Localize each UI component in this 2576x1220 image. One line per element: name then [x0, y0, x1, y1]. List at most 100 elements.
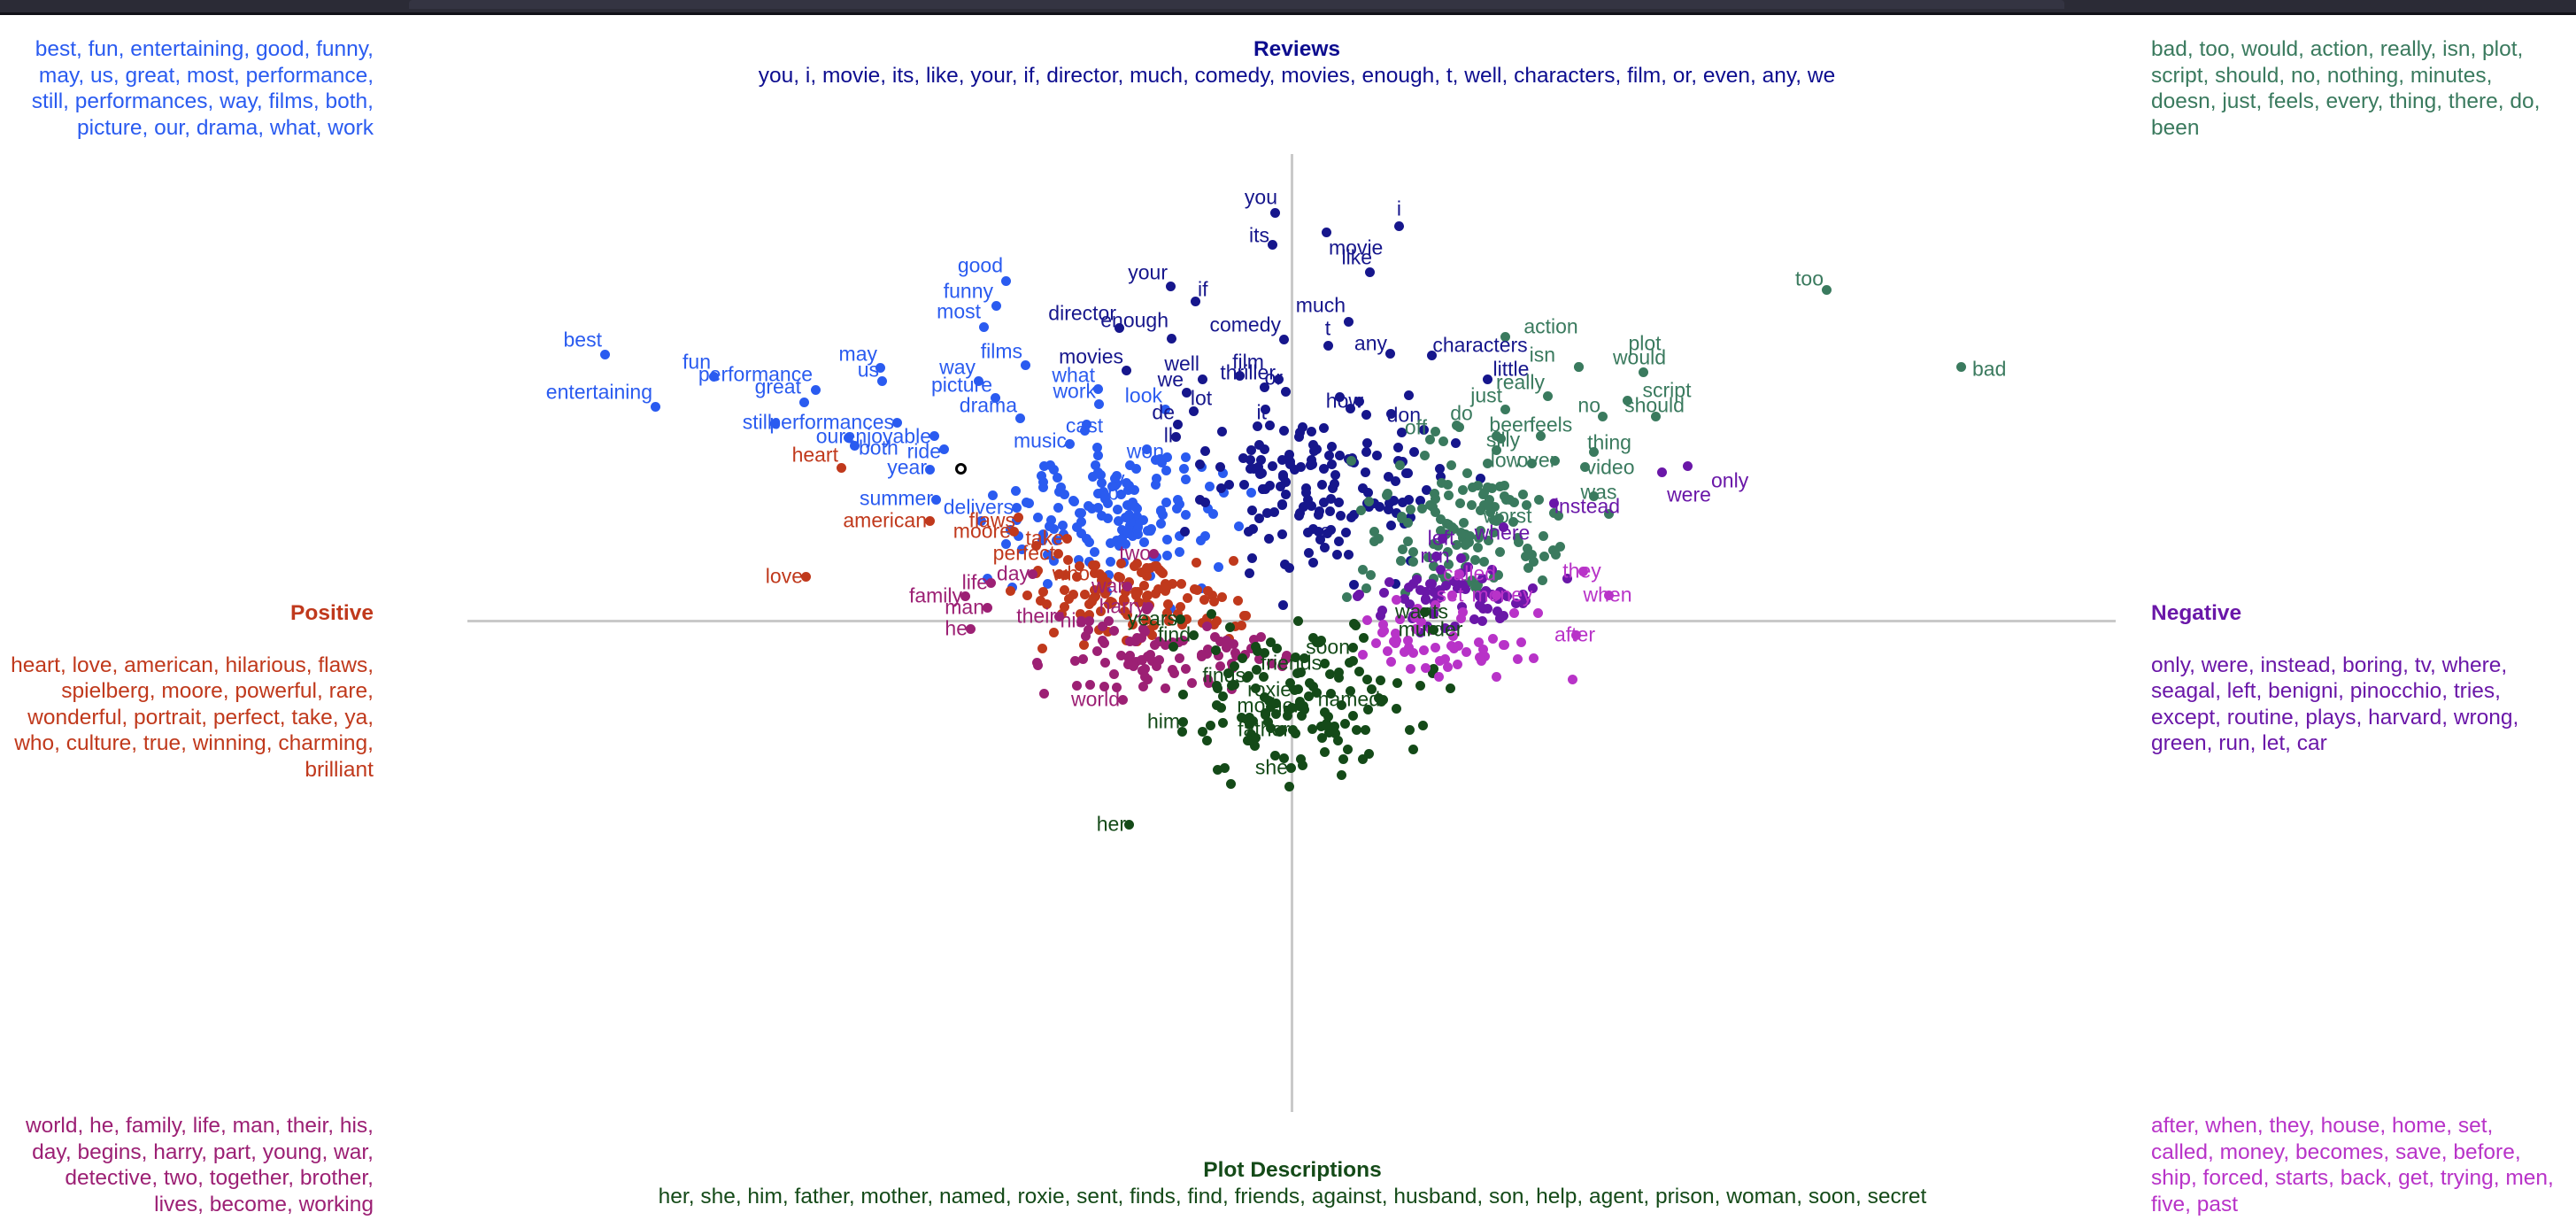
- scatter-point: [1403, 517, 1414, 528]
- scatter-point: [1370, 637, 1381, 648]
- scatter-point: [1108, 669, 1119, 680]
- scatter-point-label: de: [1152, 400, 1175, 424]
- scatter-point: [954, 462, 967, 475]
- scatter-point: [1529, 653, 1539, 663]
- scatter-point: [1385, 657, 1396, 668]
- scatter-point-label: her: [1096, 812, 1126, 836]
- bottom-axis-label: Plot Descriptions her, she, him, father,…: [602, 1157, 1983, 1209]
- scatter-point: [1316, 480, 1327, 490]
- scatter-point-label: american: [843, 508, 927, 532]
- scatter-point: [1375, 675, 1385, 685]
- scatter-point: [1166, 333, 1176, 344]
- scatter-point: [1408, 647, 1418, 658]
- scatter-point: [1453, 641, 1463, 652]
- scatter-point: [1406, 504, 1416, 514]
- scatter-point-label: when: [1583, 583, 1632, 606]
- scatter-point: [1551, 550, 1562, 560]
- right-axis-heading: Negative: [2151, 600, 2242, 625]
- scatter-point-label: war: [1091, 574, 1124, 598]
- scatter-point-label: characters: [1432, 333, 1528, 357]
- scatter-point-label: best: [563, 328, 602, 351]
- top-axis-words: you, i, movie, its, like, your, if, dire…: [758, 63, 1836, 88]
- scatter-point: [1112, 505, 1122, 515]
- scatter-point: [1269, 207, 1280, 218]
- scatter-point: [1482, 374, 1492, 384]
- scatter-point-label: comedy: [1209, 313, 1281, 336]
- scatter-point: [1181, 509, 1192, 520]
- scatter-point: [1303, 547, 1314, 558]
- scatter-point: [1255, 454, 1266, 465]
- scatter-point: [1398, 544, 1408, 555]
- scatter-point-label: world: [1071, 687, 1120, 711]
- scatter-point: [1214, 561, 1224, 572]
- scatter-point: [1092, 646, 1103, 657]
- scatter-point: [1392, 677, 1403, 688]
- scatter-point: [1130, 463, 1141, 474]
- scatter-point: [1093, 451, 1104, 461]
- scatter-point-label: instead: [1554, 494, 1621, 518]
- scatter-point-label: two: [1119, 541, 1151, 565]
- scatter-point: [1333, 536, 1344, 546]
- scatter-point: [1206, 720, 1216, 730]
- right-axis-words: only, were, instead, boring, tv, where, …: [2151, 652, 2519, 756]
- scatter-point: [1217, 691, 1228, 702]
- corner-label-top-left: best, fun, entertaining, good, funny, ma…: [31, 37, 374, 140]
- scatter-point: [1319, 497, 1330, 507]
- scatter-point-label: named: [1317, 687, 1380, 711]
- scatter-point: [798, 397, 809, 407]
- scatter-point: [1400, 646, 1410, 657]
- scatter-point: [1323, 340, 1333, 351]
- scatter-point: [1396, 556, 1407, 567]
- scatter-point: [1306, 426, 1316, 436]
- scatter-point: [1202, 585, 1213, 596]
- scatter-point: [1215, 703, 1226, 714]
- scatter-point-label: summer: [859, 486, 933, 510]
- scatter-point: [1433, 672, 1444, 682]
- scatter-point-label: cast: [1065, 413, 1104, 437]
- scatter-point-label: father: [1238, 717, 1290, 741]
- scatter-point: [1453, 659, 1463, 669]
- scatter-point: [1088, 471, 1099, 482]
- scatter-point: [1123, 659, 1134, 669]
- scatter-point: [1278, 425, 1289, 436]
- scatter-point: [1351, 724, 1361, 735]
- scatter-point: [1096, 511, 1107, 521]
- scatter-point-label: him: [1146, 709, 1180, 733]
- scatter-point: [1431, 642, 1441, 652]
- scatter-point: [1443, 661, 1454, 672]
- scatter-point: [1498, 610, 1508, 621]
- scatter-point: [1099, 637, 1110, 648]
- scatter-point: [1209, 597, 1220, 607]
- scatter-point: [1247, 552, 1258, 563]
- scatter-point: [1408, 546, 1419, 557]
- scatter-point: [1462, 468, 1472, 479]
- scatter-point-label: s: [1321, 519, 1331, 543]
- scatter-point: [1307, 723, 1317, 734]
- scatter-point: [1360, 467, 1370, 478]
- scatter-point-label: your: [1128, 260, 1168, 284]
- scatter-point: [1224, 622, 1235, 633]
- scatter-point: [1538, 575, 1548, 586]
- scatter-point-label: lot: [1190, 386, 1213, 410]
- scatter-point: [1152, 660, 1162, 671]
- scatter-point: [1319, 746, 1330, 757]
- scatter-point: [1528, 557, 1539, 568]
- scatter-point: [1206, 608, 1216, 619]
- scatter-point-label: us: [857, 358, 879, 382]
- scatter-point: [1284, 782, 1295, 792]
- scatter-point: [1408, 744, 1419, 754]
- scatter-point: [1192, 585, 1203, 596]
- scatter-point: [1304, 691, 1315, 702]
- scatter-point: [1269, 506, 1279, 517]
- scatter-point: [1431, 493, 1441, 504]
- scatter-point: [1205, 482, 1215, 492]
- scatter-point: [1125, 636, 1136, 646]
- scatter-point: [1284, 563, 1295, 574]
- scatter-point: [1181, 452, 1192, 463]
- scatter-point: [1005, 585, 1015, 596]
- scatter-point: [1077, 653, 1088, 664]
- scatter-point: [1333, 668, 1344, 678]
- scatter-point-label: friends: [1260, 651, 1322, 675]
- browser-tab[interactable]: [409, 0, 2064, 9]
- scatter-point-label: mother: [1237, 693, 1300, 717]
